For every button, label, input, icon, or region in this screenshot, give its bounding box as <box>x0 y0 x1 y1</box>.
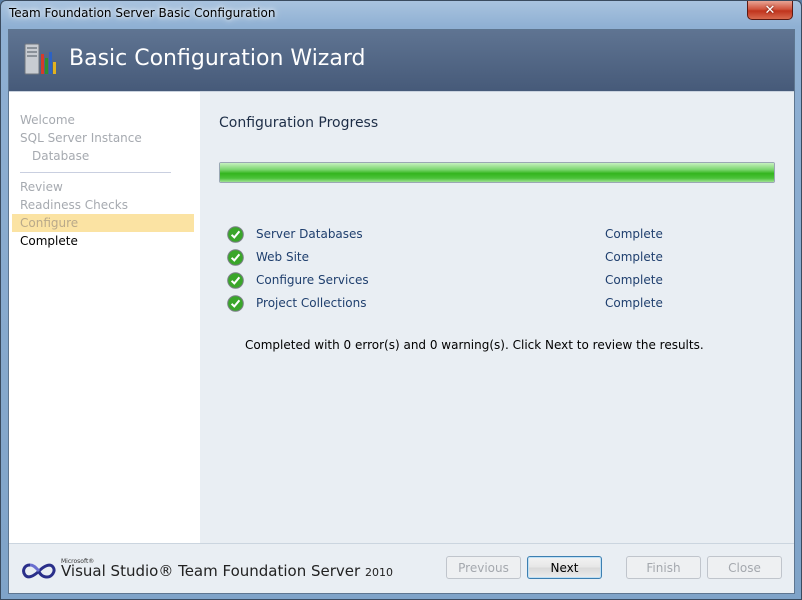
wizard-footer: Microsoft® Visual Studio® Team Foundatio… <box>9 543 794 593</box>
page-title: Basic Configuration Wizard <box>69 46 366 71</box>
wizard-header: Basic Configuration Wizard <box>9 30 794 92</box>
progress-bar <box>219 162 775 183</box>
wizard-client-area: Basic Configuration Wizard Welcome SQL S… <box>8 29 795 594</box>
check-circle-icon <box>227 249 244 266</box>
nav-item-welcome[interactable]: Welcome <box>12 111 194 129</box>
step-row-server-databases: Server Databases Complete <box>227 225 767 245</box>
step-status: Complete <box>605 227 663 241</box>
result-message: Completed with 0 error(s) and 0 warning(… <box>245 338 704 352</box>
step-label: Project Collections <box>256 296 367 310</box>
previous-button[interactable]: Previous <box>446 556 521 579</box>
check-circle-icon <box>227 226 244 243</box>
step-label: Web Site <box>256 250 310 264</box>
visual-studio-logo: Microsoft® Visual Studio® Team Foundatio… <box>21 556 393 584</box>
wizard-main-panel: Configuration Progress Server Databases … <box>200 92 794 543</box>
nav-item-sql-server-instance[interactable]: SQL Server Instance <box>12 129 194 147</box>
nav-item-complete[interactable]: Complete <box>12 232 194 250</box>
step-status: Complete <box>605 296 663 310</box>
wizard-window: Team Foundation Server Basic Configurati… <box>0 0 802 600</box>
wizard-nav: Welcome SQL Server Instance Database Rev… <box>9 92 200 543</box>
check-circle-icon <box>227 272 244 289</box>
nav-item-review[interactable]: Review <box>12 178 194 196</box>
check-circle-icon <box>227 295 244 312</box>
nav-item-readiness-checks[interactable]: Readiness Checks <box>12 196 194 214</box>
window-title: Team Foundation Server Basic Configurati… <box>9 6 276 20</box>
close-icon: ✕ <box>764 2 776 18</box>
step-row-project-collections: Project Collections Complete <box>227 294 767 314</box>
step-status: Complete <box>605 250 663 264</box>
nav-divider <box>20 172 171 173</box>
infinity-logo-icon <box>22 563 56 579</box>
product-name: Visual Studio® Team Foundation Server 20… <box>61 562 393 580</box>
title-bar[interactable]: Team Foundation Server Basic Configurati… <box>1 1 801 28</box>
finish-button[interactable]: Finish <box>626 556 701 579</box>
product-version: 2010 <box>364 566 393 579</box>
step-label: Server Databases <box>256 227 363 241</box>
step-label: Configure Services <box>256 273 369 287</box>
step-status: Complete <box>605 273 663 287</box>
close-button[interactable]: Close <box>707 556 782 579</box>
progress-fill <box>220 163 774 182</box>
nav-item-configure[interactable]: Configure <box>12 214 194 232</box>
step-row-configure-services: Configure Services Complete <box>227 271 767 291</box>
server-wizard-icon <box>24 43 56 75</box>
step-row-web-site: Web Site Complete <box>227 248 767 268</box>
section-title: Configuration Progress <box>219 115 379 131</box>
window-close-button[interactable]: ✕ <box>747 1 793 20</box>
next-button[interactable]: Next <box>527 556 602 579</box>
product-name-text: Visual Studio® Team Foundation Server <box>61 562 361 580</box>
nav-item-database[interactable]: Database <box>12 147 194 165</box>
